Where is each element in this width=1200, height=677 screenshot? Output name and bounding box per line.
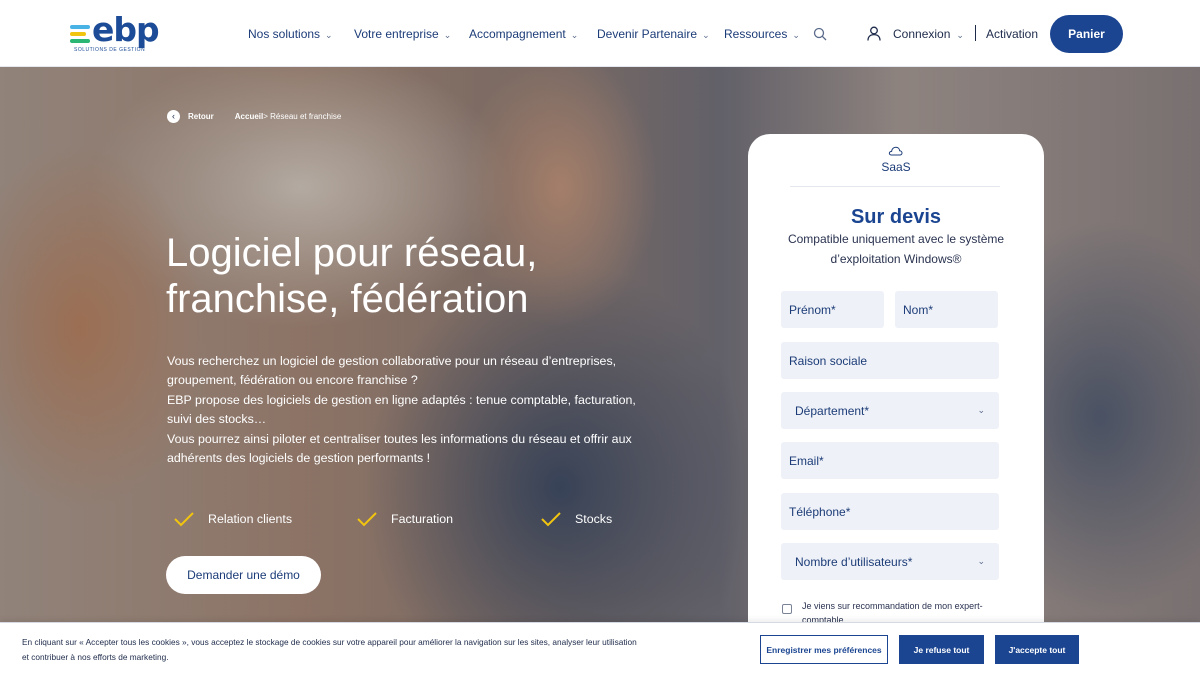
feature-item: Facturation bbox=[357, 511, 453, 527]
price-title: Sur devis bbox=[850, 206, 942, 228]
arrow-left-icon[interactable]: ‹ bbox=[167, 110, 180, 123]
feature-label: Stocks bbox=[575, 512, 613, 526]
title-line-1: Logiciel pour réseau, bbox=[166, 231, 538, 275]
breadcrumb-current: > Réseau et franchise bbox=[263, 112, 342, 121]
tab-saas[interactable]: SaaS bbox=[748, 160, 1044, 174]
nav-devenir-partenaire[interactable]: Devenir Partenaire ⌄ bbox=[597, 27, 710, 41]
chevron-down-icon: ⌄ bbox=[977, 556, 985, 566]
feature-item: Relation clients bbox=[174, 511, 292, 527]
nav-divider bbox=[975, 25, 976, 41]
check-icon bbox=[357, 512, 377, 527]
nav-label: Devenir Partenaire bbox=[597, 27, 698, 41]
cookie-preferences-button[interactable]: Enregistrer mes préférences bbox=[760, 635, 888, 664]
site-header: ebp SOLUTIONS DE GESTION Nos solutions ⌄ … bbox=[0, 0, 1200, 67]
feature-label: Relation clients bbox=[208, 512, 293, 526]
feature-label: Facturation bbox=[391, 512, 453, 526]
cloud-icon bbox=[888, 146, 903, 156]
chevron-down-icon: ⌄ bbox=[956, 30, 964, 40]
connexion-label: Connexion bbox=[893, 27, 951, 41]
page-title: Logiciel pour réseau, franchise, fédérat… bbox=[166, 230, 686, 322]
compat-line-1: Compatible uniquement avec le système bbox=[787, 232, 1005, 246]
recommendation-checkbox[interactable] bbox=[782, 604, 792, 614]
nav-label: Votre entreprise bbox=[354, 27, 439, 41]
chevron-down-icon: ⌄ bbox=[570, 30, 579, 40]
nb-utilisateurs-select[interactable]: Nombre d’utilisateurs* ⌄ bbox=[781, 543, 999, 580]
email-field[interactable]: Email* bbox=[781, 442, 999, 479]
nav-label: Accompagnement bbox=[469, 27, 566, 41]
raison-sociale-field[interactable]: Raison sociale bbox=[781, 342, 999, 379]
compatibility-note: Compatible uniquement avec le système d’… bbox=[778, 230, 1014, 269]
departement-select[interactable]: Département* ⌄ bbox=[781, 392, 999, 429]
cookie-accept-button[interactable]: J'accepte tout bbox=[995, 635, 1079, 664]
chevron-down-icon: ⌄ bbox=[702, 30, 710, 40]
chevron-down-icon: ⌄ bbox=[443, 30, 452, 40]
card-divider bbox=[790, 186, 1000, 187]
chevron-down-icon: ⌄ bbox=[977, 405, 985, 415]
demo-button[interactable]: Demander une démo bbox=[166, 556, 321, 594]
cookie-text: En cliquant sur « Accepter tous les cook… bbox=[22, 637, 637, 662]
check-icon bbox=[174, 512, 194, 527]
ebp-logo[interactable]: ebp SOLUTIONS DE GESTION bbox=[70, 10, 165, 54]
nav-label: Ressources bbox=[724, 27, 788, 41]
nav-accompagnement[interactable]: Accompagnement ⌄ bbox=[469, 27, 578, 41]
hero-paragraph: Vous recherchez un logiciel de gestion c… bbox=[167, 354, 617, 388]
connexion-link[interactable]: Connexion ⌄ bbox=[893, 27, 964, 41]
chevron-down-icon: ⌄ bbox=[325, 30, 333, 40]
nb-utilisateurs-label: Nombre d’utilisateurs* bbox=[795, 554, 913, 569]
breadcrumb-back[interactable]: Retour bbox=[188, 112, 214, 121]
nom-field[interactable]: Nom* bbox=[895, 291, 998, 328]
telephone-field[interactable]: Téléphone* bbox=[781, 493, 999, 530]
logo-text: ebp bbox=[92, 10, 160, 49]
cookie-banner: En cliquant sur « Accepter tous les cook… bbox=[0, 622, 1200, 677]
logo-tagline: SOLUTIONS DE GESTION bbox=[74, 47, 146, 53]
prenom-field[interactable]: Prénom* bbox=[781, 291, 884, 328]
compat-line-2: d’exploitation Windows® bbox=[830, 251, 962, 266]
hero-paragraph: Vous pourrez ainsi piloter et centralise… bbox=[167, 431, 632, 466]
user-icon[interactable] bbox=[867, 26, 881, 41]
search-icon[interactable] bbox=[813, 27, 827, 41]
quote-form-card: SaaS Sur devis Compatible uniquement ave… bbox=[748, 134, 1044, 634]
breadcrumb: ‹ Retour Accueil > Réseau et franchise bbox=[167, 110, 341, 123]
hero-paragraph: EBP propose des logiciels de gestion en … bbox=[167, 392, 636, 427]
chevron-down-icon: ⌄ bbox=[792, 30, 800, 40]
nav-label: Nos solutions bbox=[248, 27, 321, 41]
cookie-refuse-button[interactable]: Je refuse tout bbox=[899, 635, 984, 664]
nav-votre-entreprise[interactable]: Votre entreprise ⌄ bbox=[354, 27, 451, 41]
activation-link[interactable]: Activation bbox=[986, 27, 1038, 41]
departement-label: Département* bbox=[795, 403, 870, 418]
feature-item: Stocks bbox=[541, 511, 612, 527]
nav-ressources[interactable]: Ressources ⌄ bbox=[724, 27, 800, 41]
title-line-2: franchise, fédération bbox=[166, 277, 529, 321]
hero-description: Vous recherchez un logiciel de gestion c… bbox=[167, 352, 662, 468]
check-icon bbox=[541, 512, 561, 527]
nav-nos-solutions[interactable]: Nos solutions ⌄ bbox=[248, 27, 333, 41]
panier-button[interactable]: Panier bbox=[1050, 15, 1123, 53]
breadcrumb-home[interactable]: Accueil bbox=[235, 112, 263, 121]
